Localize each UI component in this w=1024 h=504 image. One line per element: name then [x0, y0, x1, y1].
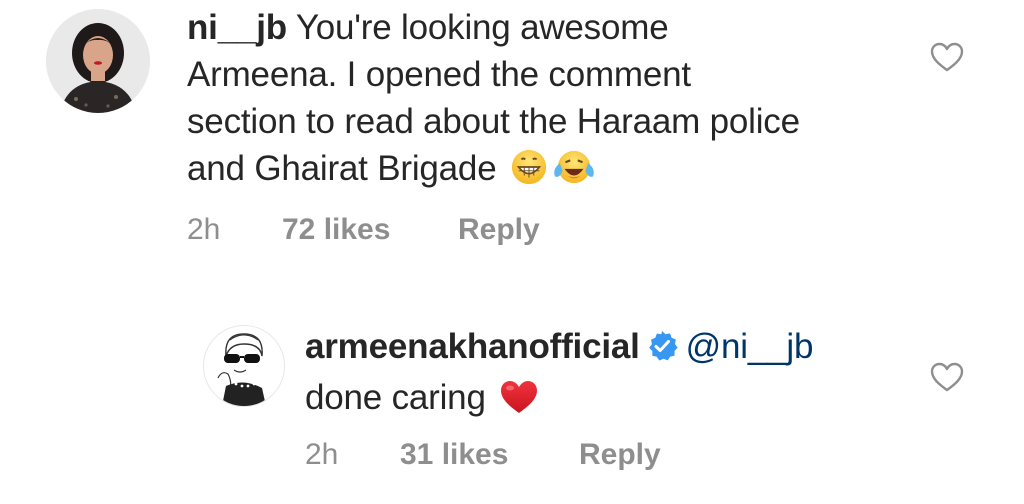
- comment-2-time: 2h: [305, 438, 339, 471]
- comment-1-time: 2h: [187, 213, 221, 246]
- verified-badge-icon: [646, 327, 678, 374]
- comment-1-username[interactable]: ni__jb: [187, 8, 287, 47]
- comment-2-body: done caring: [305, 378, 486, 417]
- comment-2-mention-link[interactable]: @ni__jb: [686, 327, 814, 366]
- comment-1-likes[interactable]: 72 likes: [282, 213, 390, 247]
- comment-2-reply-button[interactable]: Reply: [579, 438, 661, 472]
- comment-1-text-line1: You're looking awesome: [286, 8, 669, 47]
- comment-1-text: ni__jb You're looking awesome Armeena. I…: [187, 4, 807, 198]
- red-heart-icon: [499, 379, 539, 427]
- comment-1-text-rest: Armeena. I opened the comment section to…: [187, 55, 800, 188]
- avatar-ni-jb[interactable]: [46, 9, 150, 113]
- comment-2-username[interactable]: armeenakhanofficial: [305, 327, 640, 366]
- tears-of-joy-icon: [552, 148, 596, 198]
- grinning-face-icon: [510, 148, 548, 198]
- avatar-armeenakhanofficial[interactable]: [203, 325, 285, 407]
- like-heart-icon[interactable]: [929, 41, 965, 73]
- comment-2-text: armeenakhanofficial @ni__jb done caring: [305, 323, 905, 427]
- comment-2-likes[interactable]: 31 likes: [400, 438, 508, 472]
- like-heart-icon[interactable]: [929, 361, 965, 393]
- comment-1-reply-button[interactable]: Reply: [458, 213, 540, 247]
